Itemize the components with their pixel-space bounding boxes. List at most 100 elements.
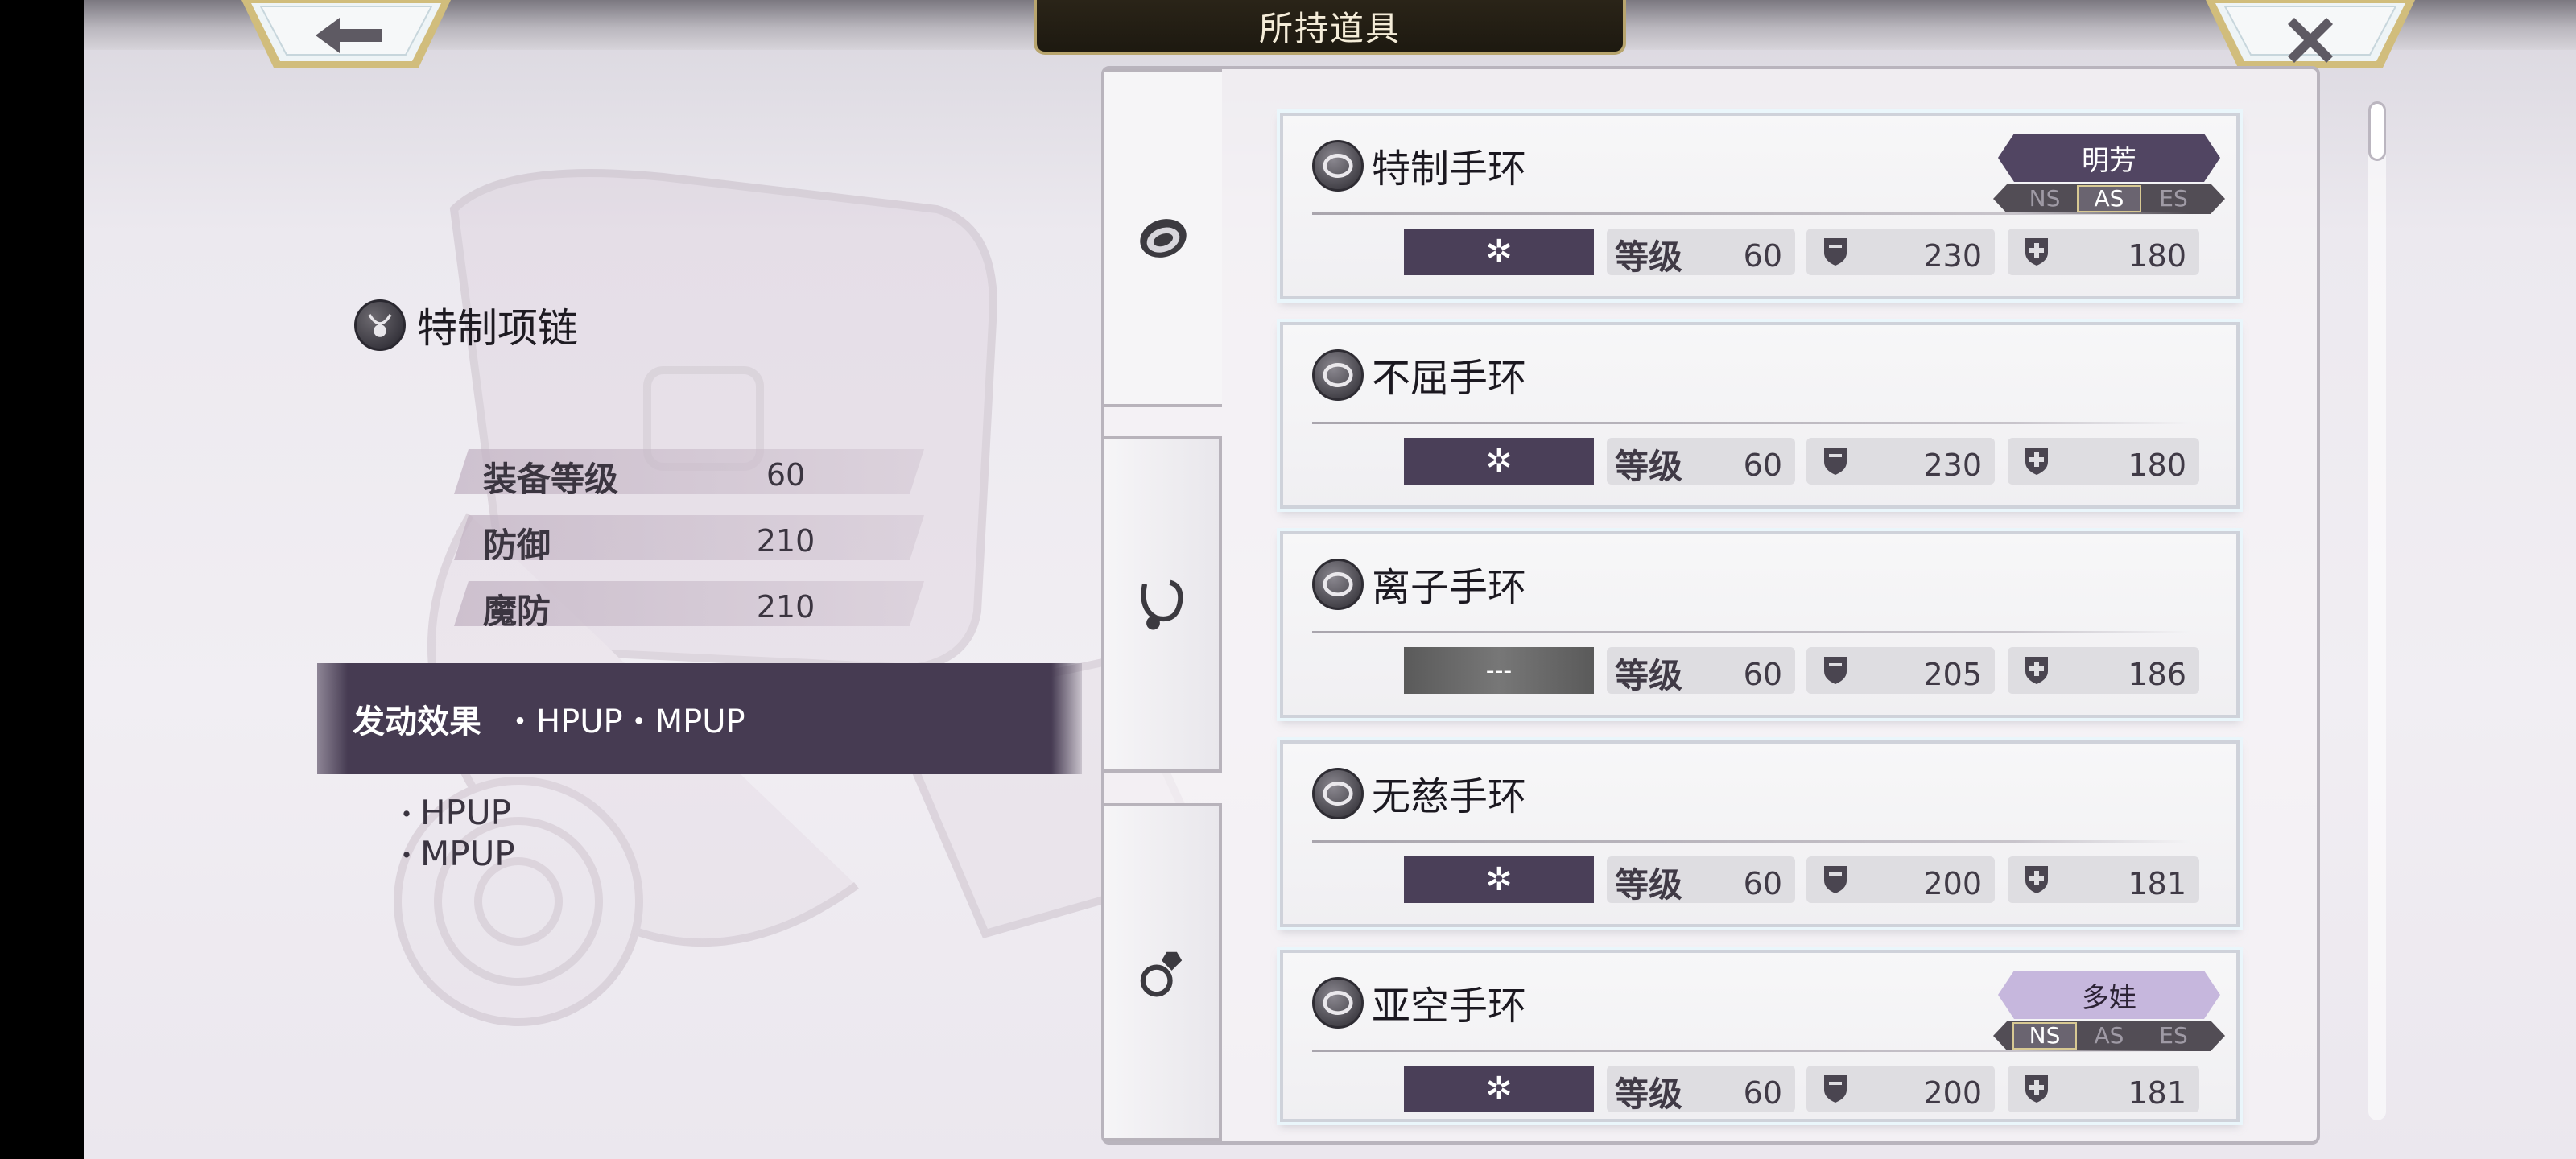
level-value: 60 [1743, 1075, 1782, 1111]
item-name: 不屈手环 [1372, 356, 1527, 401]
shield-icon [1819, 1072, 1852, 1104]
magic-shield-icon [2021, 235, 2053, 267]
divider [1312, 631, 2190, 633]
ring-icon [1128, 938, 1195, 1006]
selected-item-header: 特制项链 [354, 296, 578, 354]
bracelet-icon [1129, 204, 1197, 272]
level-box: 等级 60 [1607, 647, 1795, 695]
style-as: AS [2077, 185, 2141, 212]
defense-value: 200 [1923, 1075, 1982, 1111]
necklace-icon [1128, 571, 1195, 638]
stat-row-magic-defense: 魔防 210 [454, 581, 924, 626]
slot-indicator: ✲ [1404, 856, 1594, 903]
stat-label: 装备等级 [483, 460, 619, 499]
level-label: 等级 [1615, 656, 1683, 695]
divider [1312, 422, 2190, 424]
close-icon [2206, 0, 2415, 68]
magic-shield-icon [2021, 654, 2053, 686]
style-ns: NS [2029, 185, 2061, 212]
shield-icon [1819, 444, 1852, 476]
item-card[interactable]: 特制手环 明芳 NS AS ES ✲ 等级 60 230 180 [1280, 113, 2240, 299]
effect-summary: ・HPUP・MPUP [504, 703, 745, 740]
style-indicator: NS AS ES [1993, 1021, 2225, 1051]
style-indicator: NS AS ES [1993, 184, 2225, 214]
magic-shield-icon [2021, 444, 2053, 476]
magic-defense-box: 180 [2008, 438, 2199, 485]
magic-defense-value: 181 [2128, 866, 2186, 901]
shield-icon [1819, 863, 1852, 895]
back-button[interactable] [242, 0, 451, 71]
slot-indicator: ✲ [1404, 1066, 1594, 1112]
owner-badge: 多娃 [1998, 971, 2220, 1019]
defense-value: 230 [1923, 448, 1982, 483]
slot-indicator: ✲ [1404, 438, 1594, 485]
stat-value: 60 [766, 457, 806, 493]
page-title: 所持道具 [1034, 0, 1626, 55]
defense-box: 230 [1806, 229, 1995, 275]
defense-box: 200 [1806, 856, 1995, 903]
close-button[interactable] [2206, 0, 2415, 71]
stat-value: 210 [756, 523, 815, 559]
level-value: 60 [1743, 866, 1782, 901]
bracelet-icon [1312, 977, 1364, 1029]
bracelet-icon [1312, 349, 1364, 401]
tab-ring[interactable] [1104, 803, 1222, 1141]
style-es: ES [2159, 185, 2188, 212]
shield-icon [1819, 654, 1852, 686]
slot-indicator: ✲ [1404, 229, 1594, 275]
stat-label: 防御 [483, 526, 551, 565]
effect-bar: 发动效果 ・HPUP・MPUP [317, 663, 1082, 774]
item-name: 无慈手环 [1372, 774, 1527, 819]
style-as: AS [2094, 1022, 2124, 1049]
slot-indicator: --- [1404, 647, 1594, 694]
level-value: 60 [1743, 238, 1782, 274]
level-box: 等级 60 [1607, 438, 1795, 486]
divider [1312, 212, 2190, 215]
category-tabs [1104, 69, 1222, 1141]
defense-value: 200 [1923, 866, 1982, 901]
level-label: 等级 [1615, 1074, 1683, 1114]
item-card[interactable]: 无慈手环 ✲ 等级 60 200 181 [1280, 740, 2240, 927]
effect-list: HPUP MPUP [393, 794, 515, 876]
level-box: 等级 60 [1607, 1066, 1795, 1114]
item-card[interactable]: 离子手环 --- 等级 60 205 186 [1280, 531, 2240, 718]
defense-value: 205 [1923, 657, 1982, 692]
level-box: 等级 60 [1607, 856, 1795, 905]
level-label: 等级 [1615, 237, 1683, 277]
divider [1312, 1050, 2190, 1052]
magic-defense-value: 180 [2128, 448, 2186, 483]
necklace-icon [354, 299, 406, 351]
selected-item-name: 特制项链 [417, 305, 578, 352]
defense-box: 205 [1806, 647, 1995, 694]
effect-item: MPUP [393, 835, 515, 876]
defense-value: 230 [1923, 238, 1982, 274]
owner-badge: 明芳 [1998, 134, 2220, 182]
level-label: 等级 [1615, 447, 1683, 486]
magic-defense-box: 181 [2008, 1066, 2199, 1112]
item-name: 亚空手环 [1372, 984, 1527, 1029]
effect-item: HPUP [393, 794, 515, 835]
style-ns: NS [2013, 1022, 2077, 1050]
level-value: 60 [1743, 448, 1782, 483]
item-card[interactable]: 亚空手环 多娃 NS AS ES ✲ 等级 60 200 181 [1280, 950, 2240, 1122]
stat-row-defense: 防御 210 [454, 515, 924, 560]
shield-icon [1819, 235, 1852, 267]
tab-bracelet[interactable] [1104, 69, 1222, 407]
arrow-left-icon [242, 0, 451, 68]
bracelet-icon [1312, 768, 1364, 819]
tab-necklace[interactable] [1104, 436, 1222, 773]
style-es: ES [2159, 1022, 2188, 1049]
scrollbar-thumb[interactable] [2368, 101, 2386, 161]
stat-value: 210 [756, 589, 815, 625]
bracelet-icon [1312, 140, 1364, 192]
item-name: 离子手环 [1372, 565, 1527, 610]
scrollbar-track[interactable] [2368, 101, 2386, 1120]
defense-box: 230 [1806, 438, 1995, 485]
level-box: 等级 60 [1607, 229, 1795, 277]
magic-defense-value: 186 [2128, 657, 2186, 692]
magic-shield-icon [2021, 863, 2053, 895]
defense-box: 200 [1806, 1066, 1995, 1112]
item-card[interactable]: 不屈手环 ✲ 等级 60 230 180 [1280, 322, 2240, 509]
magic-defense-value: 180 [2128, 238, 2186, 274]
magic-shield-icon [2021, 1072, 2053, 1104]
